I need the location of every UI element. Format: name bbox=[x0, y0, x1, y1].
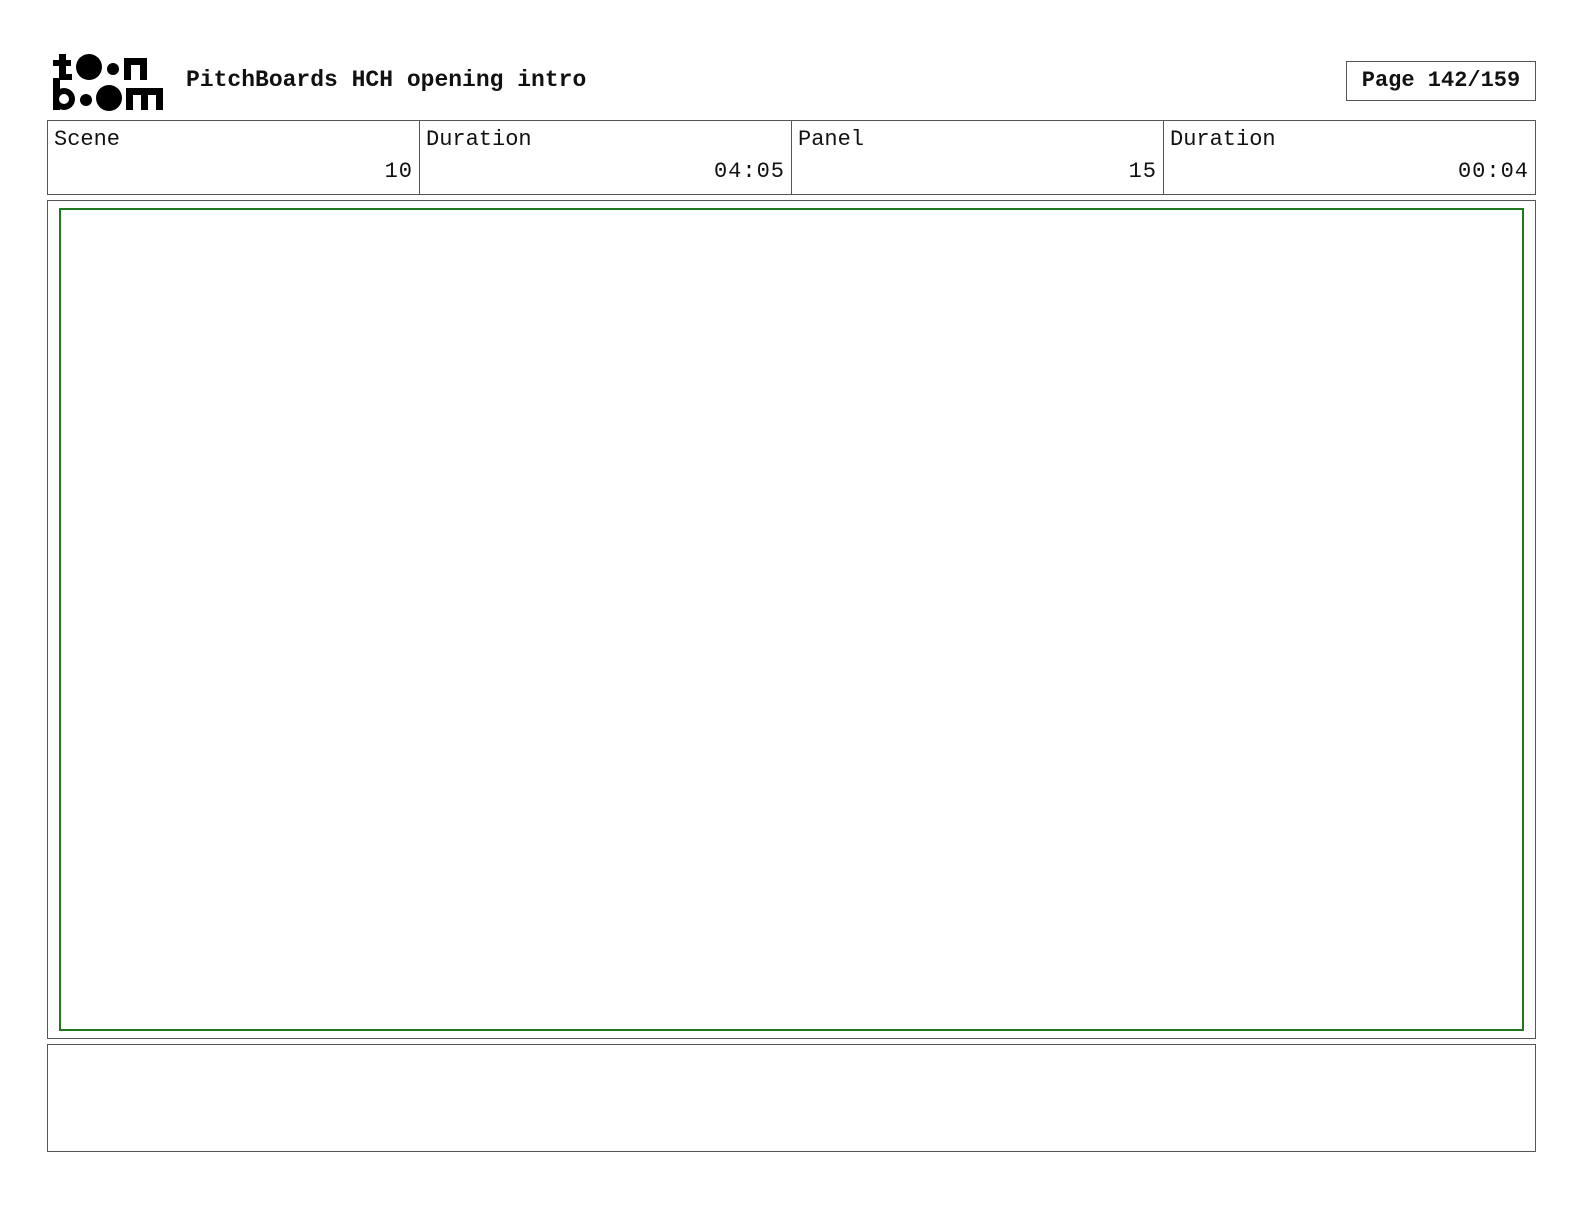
scene-cell: Scene 10 bbox=[48, 121, 420, 194]
panel-label: Panel bbox=[798, 127, 865, 152]
panel-value: 15 bbox=[1128, 159, 1157, 184]
panel-duration-label: Duration bbox=[1170, 127, 1276, 152]
scene-value: 10 bbox=[384, 159, 413, 184]
scene-duration-value: 04:05 bbox=[713, 159, 785, 184]
scene-info-table: Scene 10 Duration 04:05 Panel 15 Duratio… bbox=[47, 120, 1536, 195]
panel-image-area bbox=[59, 208, 1524, 1031]
panel-duration-value: 00:04 bbox=[1457, 159, 1529, 184]
scene-duration-label: Duration bbox=[426, 127, 532, 152]
scene-label: Scene bbox=[54, 127, 121, 152]
panel-cell: Panel 15 bbox=[792, 121, 1164, 194]
panel-duration-cell: Duration 00:04 bbox=[1164, 121, 1535, 194]
document-title: PitchBoards HCH opening intro bbox=[186, 67, 587, 93]
panel-frame bbox=[47, 200, 1536, 1039]
scene-duration-cell: Duration 04:05 bbox=[420, 121, 792, 194]
toon-boom-logo bbox=[50, 50, 166, 112]
page-number: Page 142/159 bbox=[1346, 61, 1536, 101]
panel-notes-box bbox=[47, 1044, 1536, 1152]
